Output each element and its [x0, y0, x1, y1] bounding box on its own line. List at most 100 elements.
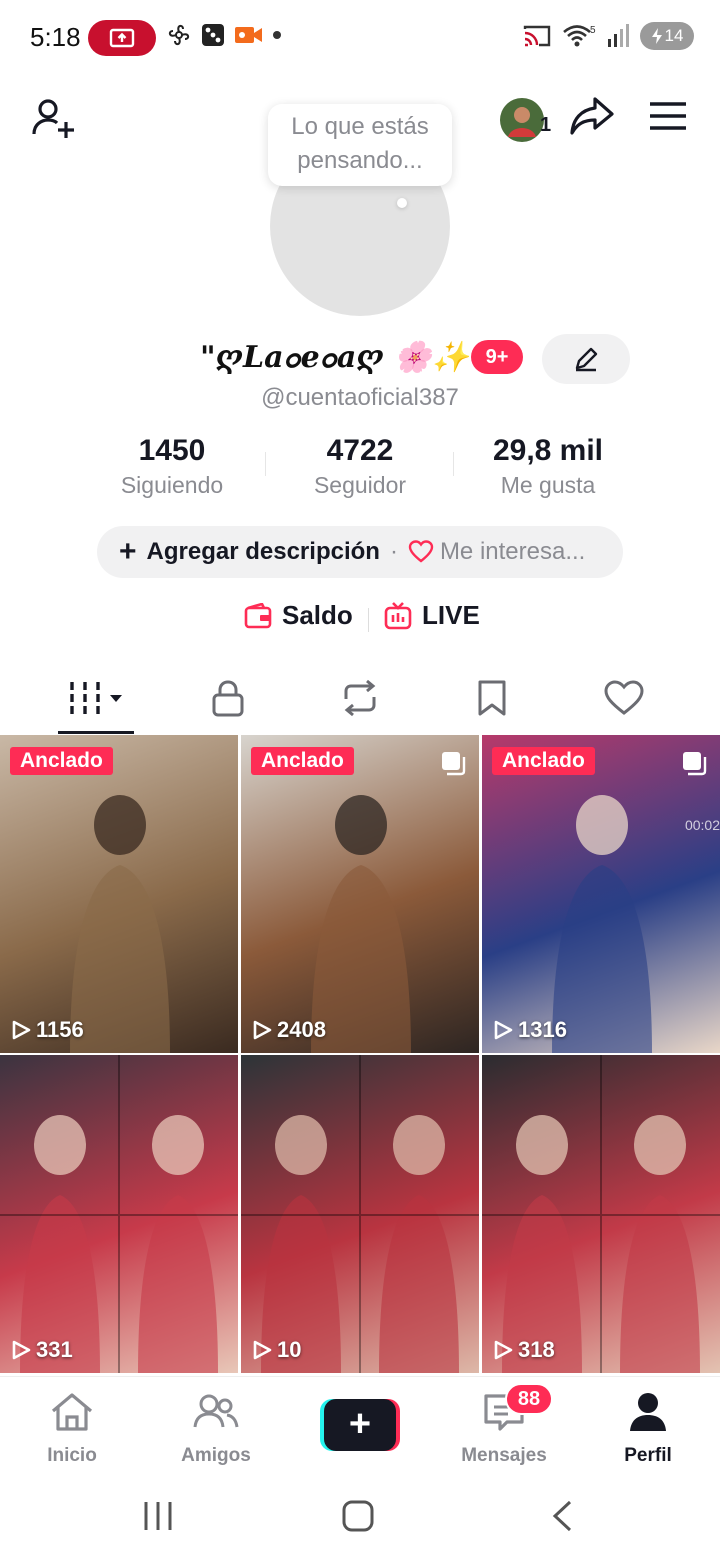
- hamburger-menu-icon: [650, 102, 686, 130]
- home-system-button[interactable]: [330, 1494, 386, 1538]
- notifications-badge[interactable]: 9+: [471, 340, 523, 374]
- tab-favorites[interactable]: [442, 668, 542, 728]
- charging-bolt-icon: [651, 28, 662, 44]
- likes-count: 29,8 mil: [492, 434, 604, 467]
- video-thumbnail[interactable]: Anclado 2408: [241, 735, 479, 1053]
- screen-record-indicator[interactable]: [88, 20, 156, 56]
- repost-icon: [344, 679, 376, 717]
- profile-name-row: "ღLaߋeߋaღ 🌸✨ 9+: [0, 334, 720, 384]
- svg-text:5: 5: [590, 25, 596, 36]
- videos-grid-icon: [70, 682, 122, 714]
- pinwheel-icon: [168, 24, 190, 46]
- plus-icon: +: [324, 1399, 396, 1451]
- live-button[interactable]: LIVE: [384, 600, 480, 631]
- active-tab-indicator: [58, 731, 134, 734]
- balance-button[interactable]: Saldo: [244, 600, 353, 631]
- add-friend-button[interactable]: [26, 90, 82, 146]
- tab-liked[interactable]: [574, 668, 674, 728]
- play-icon: [12, 1340, 31, 1360]
- profile-person-icon: [630, 1393, 666, 1431]
- view-count-value: 2408: [277, 1017, 326, 1042]
- add-description-button[interactable]: + Agregar descripción · Me interesa...: [97, 526, 623, 578]
- description-separator: ·: [389, 538, 398, 565]
- lock-icon: [212, 680, 244, 717]
- recent-apps-icon: [144, 1502, 172, 1530]
- inbox-unread-badge: 88: [505, 1383, 553, 1415]
- nav-home[interactable]: Inicio: [12, 1391, 132, 1467]
- nav-profile-label: Perfil: [624, 1445, 672, 1466]
- video-camera-icon: [235, 27, 262, 43]
- friends-icon: [193, 1394, 239, 1428]
- pinned-badge: Anclado: [492, 747, 595, 775]
- likes-stat[interactable]: 29,8 mil Me gusta: [453, 434, 643, 499]
- status-bar: 5:18 5 14: [0, 0, 720, 76]
- status-time: 5:18: [30, 22, 81, 52]
- view-count: 2408: [251, 1017, 326, 1043]
- wallet-icon: [244, 602, 272, 628]
- live-tv-icon: [384, 601, 412, 629]
- video-thumbnail[interactable]: 10: [241, 1055, 479, 1373]
- follower-avatar-count: 1: [540, 114, 552, 136]
- pencil-icon: [575, 347, 598, 372]
- video-grid: Anclado 1156 Anclado 2408 Anclado 00:02 1316 33…: [0, 735, 720, 1375]
- photo-carousel-icon: [683, 752, 707, 776]
- bookmark-icon: [478, 680, 506, 716]
- nav-friends-label: Amigos: [181, 1445, 251, 1466]
- nav-home-label: Inicio: [47, 1445, 97, 1466]
- video-thumbnail[interactable]: Anclado 00:02 1316: [482, 735, 720, 1053]
- tab-private[interactable]: [178, 668, 278, 728]
- back-chevron-icon: [552, 1500, 572, 1532]
- system-navigation-bar: [0, 1478, 720, 1560]
- view-count: 1156: [10, 1017, 84, 1043]
- followers-avatar-button[interactable]: 1: [492, 90, 552, 150]
- interests-label: Me interesa...: [439, 538, 586, 565]
- video-thumbnail[interactable]: Anclado 1156: [0, 735, 238, 1053]
- bottom-navigation: Inicio Amigos + Mensajes 88 Perfil: [0, 1376, 720, 1476]
- nav-profile[interactable]: Perfil: [588, 1391, 708, 1467]
- followers-count: 4722: [326, 434, 394, 467]
- dice-icon: [202, 24, 224, 46]
- view-count-value: 318: [518, 1337, 555, 1362]
- play-icon: [253, 1340, 272, 1360]
- add-description-label: Agregar descripción: [146, 538, 380, 565]
- video-thumbnail-image: [241, 1055, 479, 1373]
- video-thumbnail[interactable]: 331: [0, 1055, 238, 1373]
- tab-reposts[interactable]: [310, 668, 410, 728]
- following-count: 1450: [138, 434, 206, 467]
- video-thumbnail-image: [482, 1055, 720, 1373]
- create-button[interactable]: +: [320, 1399, 400, 1451]
- quick-links-divider: [368, 608, 369, 632]
- nav-friends[interactable]: Amigos: [156, 1391, 276, 1467]
- view-count: 10: [251, 1337, 301, 1363]
- heart-outline-icon: [408, 540, 434, 563]
- menu-button[interactable]: [642, 92, 694, 140]
- live-label: LIVE: [422, 600, 480, 630]
- pinned-badge: Anclado: [10, 747, 113, 775]
- video-duration: 00:02: [684, 817, 720, 833]
- status-system-icons: 5 14: [522, 22, 694, 50]
- battery-level: 14: [664, 26, 684, 45]
- view-count: 331: [10, 1337, 73, 1363]
- share-arrow-icon: [570, 97, 614, 135]
- view-count-value: 10: [277, 1337, 302, 1362]
- cell-signal-icon: [608, 24, 629, 47]
- view-count-value: 331: [36, 1337, 73, 1362]
- balance-label: Saldo: [282, 600, 353, 630]
- followers-label: Seguidor: [313, 472, 407, 498]
- add-user-icon: [32, 99, 74, 138]
- edit-profile-button[interactable]: [542, 334, 630, 384]
- thought-bubble[interactable]: Lo que estás pensando...: [268, 104, 452, 186]
- tab-videos[interactable]: [46, 668, 146, 728]
- following-label: Siguiendo: [120, 472, 224, 498]
- share-profile-button[interactable]: [566, 90, 618, 142]
- nav-inbox-label: Mensajes: [461, 1445, 547, 1466]
- recent-apps-button[interactable]: [130, 1494, 186, 1538]
- thought-bubble-tail: [397, 198, 407, 208]
- home-icon: [51, 1393, 93, 1431]
- followers-stat[interactable]: 4722 Seguidor: [265, 434, 455, 499]
- video-thumbnail[interactable]: 318: [482, 1055, 720, 1373]
- home-square-icon: [342, 1500, 374, 1532]
- back-system-button[interactable]: [534, 1494, 590, 1538]
- following-stat[interactable]: 1450 Siguiendo: [77, 434, 267, 499]
- pinned-badge: Anclado: [251, 747, 354, 775]
